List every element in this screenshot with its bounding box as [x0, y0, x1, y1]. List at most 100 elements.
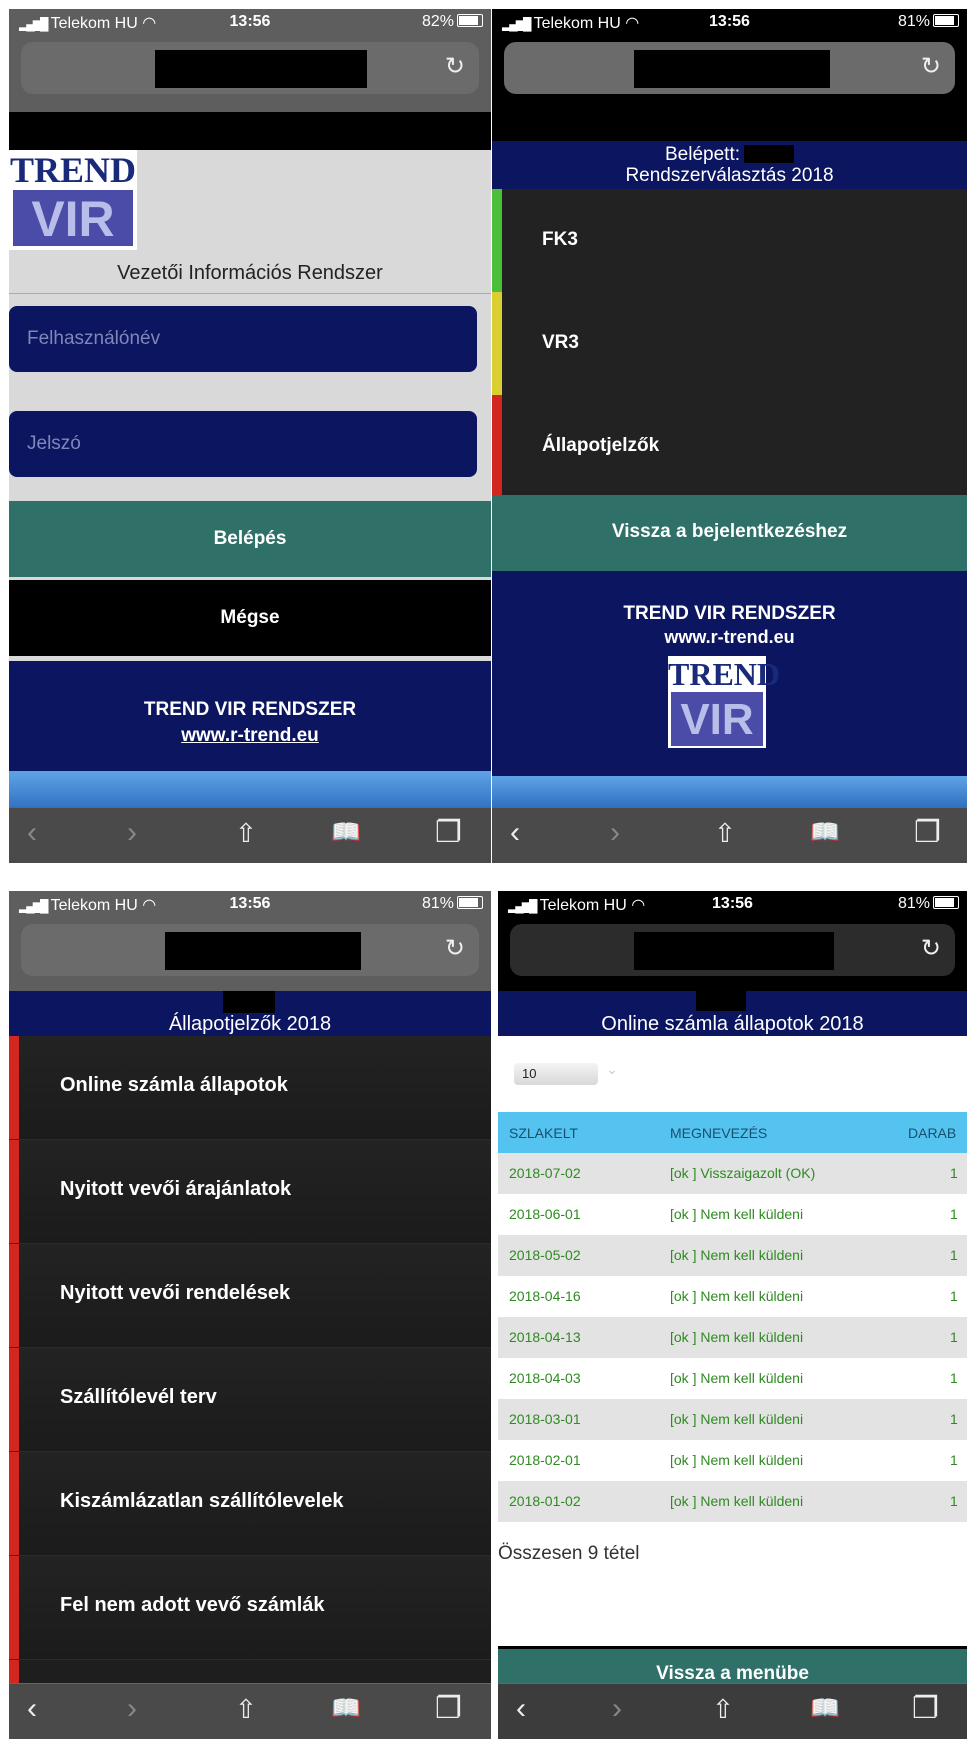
system-item-label: Állapotjelzők	[542, 435, 660, 456]
forward-icon[interactable]: ›	[610, 818, 620, 848]
system-item[interactable]: VR3	[492, 292, 967, 396]
tabs-icon[interactable]: ❐	[914, 818, 941, 848]
back-to-menu-label: Vissza a menübe	[656, 1663, 809, 1684]
header-strip	[9, 112, 491, 150]
indicator-menu-item[interactable]: Nyitott vevői árajánlatok	[9, 1140, 491, 1244]
invoice-status-screen: ▂▄▆█ Telekom HU ◠ 13:56 81% ↻ Online szá…	[498, 891, 967, 1739]
cell-date: 2018-01-02	[509, 1493, 581, 1509]
system-item-color-bar	[492, 189, 502, 292]
forward-icon[interactable]: ›	[127, 1694, 137, 1724]
table-row[interactable]: 2018-07-02 [ok ] Visszaigazolt (OK) 1	[498, 1153, 967, 1194]
page-title: Online számla állapotok 2018	[601, 1013, 864, 1035]
indicator-menu-item[interactable]: Kiszámlázatlan szállítólevelek	[9, 1452, 491, 1556]
cell-description: [ok ] Nem kell küldeni	[670, 1329, 804, 1345]
bookmarks-icon[interactable]: 📖	[810, 818, 840, 848]
safari-toolbar: ‹ › ⇧ 📖 ❐	[9, 807, 491, 863]
bookmarks-icon[interactable]: 📖	[810, 1694, 840, 1724]
divider	[9, 293, 491, 294]
redacted-username	[696, 991, 746, 1011]
footer-title: TREND VIR RENDSZER	[623, 603, 836, 624]
page-size-select[interactable]: 10 ⌄	[514, 1061, 618, 1085]
table-row[interactable]: 2018-02-01 [ok ] Nem kell küldeni 1	[498, 1440, 967, 1481]
cell-description: [ok ] Nem kell küldeni	[670, 1370, 804, 1386]
table-row[interactable]: 2018-03-01 [ok ] Nem kell küldeni 1	[498, 1399, 967, 1440]
cell-count: 1	[950, 1165, 958, 1181]
indicator-menu-item[interactable]: Online számla állapotok	[9, 1036, 491, 1140]
status-bar: ▂▄▆█ Telekom HU ◠ 13:56 81%	[498, 891, 967, 919]
tabs-icon[interactable]: ❐	[435, 1694, 462, 1724]
indicator-color-bar	[9, 1140, 19, 1243]
forward-icon[interactable]: ›	[127, 818, 137, 848]
cell-count: 1	[950, 1206, 958, 1222]
bookmarks-icon[interactable]: 📖	[331, 818, 361, 848]
cell-date: 2018-03-01	[509, 1411, 581, 1427]
status-bar: ▂▄▆█ Telekom HU ◠ 13:56 81%	[492, 9, 967, 37]
system-item[interactable]: Állapotjelzők	[492, 395, 967, 499]
back-to-login-button[interactable]: Vissza a bejelentkezéshez	[492, 495, 967, 571]
address-bar[interactable]: ↻	[510, 924, 955, 976]
cancel-button-label: Mégse	[220, 607, 280, 628]
address-bar[interactable]: ↻	[21, 924, 479, 976]
system-item-label: FK3	[542, 229, 578, 250]
address-bar[interactable]: ↻	[504, 42, 955, 94]
trend-vir-logo: TREND VIR	[9, 150, 137, 250]
back-icon[interactable]: ‹	[516, 1694, 526, 1724]
footer-title: TREND VIR RENDSZER	[143, 699, 357, 720]
battery-icon	[457, 14, 483, 27]
tabs-icon[interactable]: ❐	[912, 1694, 939, 1724]
system-select-screen: ▂▄▆█ Telekom HU ◠ 13:56 81% ↻ Belépett: …	[492, 9, 967, 863]
indicator-menu-item[interactable]: Szállítólevél terv	[9, 1348, 491, 1452]
battery-icon	[457, 896, 483, 909]
footer-link[interactable]: www.r-trend.eu	[492, 625, 967, 648]
password-field[interactable]: Jelszó	[9, 411, 477, 477]
indicator-menu-item[interactable]: Nyitott vevői rendelések	[9, 1244, 491, 1348]
battery-percent: 82%	[421, 13, 454, 30]
logo-vir-text: VIR	[671, 692, 763, 746]
cell-date: 2018-05-02	[509, 1247, 581, 1263]
share-icon[interactable]: ⇧	[235, 1694, 257, 1724]
indicator-menu-label: Fel nem adott vevő számlák	[60, 1594, 325, 1616]
indicator-menu-label: Szállítólevél terv	[60, 1386, 217, 1408]
column-header-description[interactable]: MEGNEVEZÉS	[670, 1125, 767, 1141]
indicator-color-bar	[9, 1452, 19, 1555]
reload-icon[interactable]: ↻	[921, 52, 941, 81]
reload-icon[interactable]: ↻	[921, 934, 941, 963]
address-bar[interactable]: ↻	[21, 42, 479, 94]
cell-date: 2018-04-13	[509, 1329, 581, 1345]
logged-in-label: Belépett:	[665, 144, 740, 165]
username-field[interactable]: Felhasználónév	[9, 306, 477, 372]
reload-icon[interactable]: ↻	[445, 934, 465, 963]
tabs-icon[interactable]: ❐	[435, 818, 462, 848]
indicator-menu-item[interactable]: Fel nem adott vevő számlák	[9, 1556, 491, 1660]
back-icon[interactable]: ‹	[510, 818, 520, 848]
footer-link[interactable]: www.r-trend.eu	[9, 721, 491, 747]
battery-percent: 81%	[897, 13, 930, 30]
column-header-count[interactable]: DARAB	[908, 1125, 956, 1141]
share-icon[interactable]: ⇧	[712, 1694, 734, 1724]
indicator-menu-label: Kiszámlázatlan szállítólevelek	[60, 1490, 344, 1512]
share-icon[interactable]: ⇧	[714, 818, 736, 848]
table-row[interactable]: 2018-04-16 [ok ] Nem kell küldeni 1	[498, 1276, 967, 1317]
login-button[interactable]: Belépés	[9, 501, 491, 577]
reload-icon[interactable]: ↻	[445, 52, 465, 81]
logo-vir-text: VIR	[13, 190, 133, 247]
safari-toolbar: ‹ › ⇧ 📖 ❐	[9, 1683, 491, 1739]
back-icon[interactable]: ‹	[27, 1694, 37, 1724]
redacted-url	[155, 50, 367, 88]
table-row[interactable]: 2018-04-13 [ok ] Nem kell küldeni 1	[498, 1317, 967, 1358]
table-row[interactable]: 2018-01-02 [ok ] Nem kell küldeni 1	[498, 1481, 967, 1522]
cell-count: 1	[950, 1452, 958, 1468]
system-item[interactable]: FK3	[492, 189, 967, 293]
table-row[interactable]: 2018-05-02 [ok ] Nem kell küldeni 1	[498, 1235, 967, 1276]
safari-toolbar: ‹ › ⇧ 📖 ❐	[498, 1683, 967, 1739]
forward-icon[interactable]: ›	[612, 1694, 622, 1724]
table-row[interactable]: 2018-04-03 [ok ] Nem kell küldeni 1	[498, 1358, 967, 1399]
back-icon[interactable]: ‹	[27, 818, 37, 848]
bookmarks-icon[interactable]: 📖	[331, 1694, 361, 1724]
column-header-date[interactable]: SZLAKELT	[509, 1125, 578, 1141]
indicator-color-bar	[9, 1348, 19, 1451]
cancel-button[interactable]: Mégse	[9, 580, 491, 656]
table-row[interactable]: 2018-06-01 [ok ] Nem kell küldeni 1	[498, 1194, 967, 1235]
share-icon[interactable]: ⇧	[235, 818, 257, 848]
page-bottom-gradient	[492, 776, 967, 808]
